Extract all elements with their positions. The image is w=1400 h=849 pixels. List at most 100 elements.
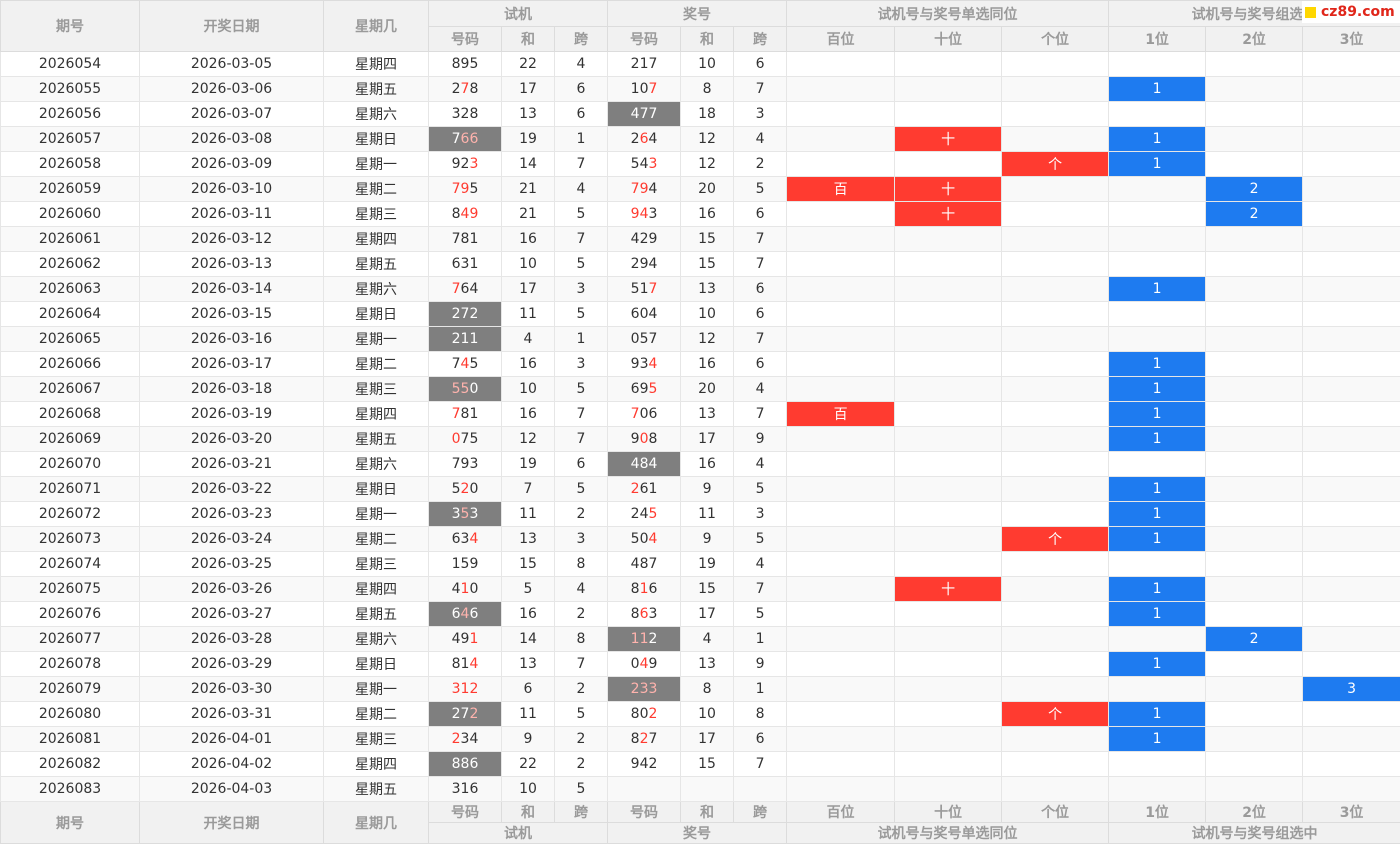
subheader-prize-code: 号码 [607,26,682,52]
trial-code-cell: 814 [428,651,502,677]
digit: 5 [648,506,658,522]
group-pos1-cell [1108,226,1207,252]
trial-span-cell: 8 [553,551,609,577]
digit: 9 [469,206,479,222]
single-hundreds-cell [786,626,896,652]
site-logo[interactable]: cz89.com [1302,1,1400,23]
table-row: 2026076 2026-03-27 星期五 646 16 2 863 17 5 1 [0,601,1400,627]
header-weekday[interactable]: 星期几 [323,0,429,52]
single-hundreds-cell [786,576,896,602]
trial-sum-cell: 16 [501,401,555,427]
trial-sum-cell: 13 [501,651,555,677]
trial-span-cell: 2 [553,601,609,627]
weekday-cell: 星期三 [323,201,429,227]
issue-cell: 2026080 [0,701,140,727]
weekday-cell: 星期日 [323,301,429,327]
date-cell: 2026-04-01 [139,726,324,752]
trial-sum-cell: 10 [501,376,555,402]
trial-sum-cell: 4 [501,326,555,352]
digit: 6 [648,406,658,422]
digit: 6 [648,581,658,597]
prize-sum-cell: 12 [680,151,735,177]
logo-text: cz89.com [1321,4,1395,20]
date-cell: 2026-03-31 [139,701,324,727]
group-pos2-cell [1205,326,1304,352]
digit: 8 [451,756,461,772]
digit: 7 [648,81,658,97]
issue-cell: 2026077 [0,626,140,652]
weekday-cell: 星期六 [323,626,429,652]
group-pos2-cell [1205,601,1304,627]
subheader-trial-span: 跨 [553,26,609,52]
single-hundreds-cell [786,526,896,552]
table-row: 2026063 2026-03-14 星期六 764 17 3 517 13 6 1 [0,276,1400,302]
prize-code-cell: 517 [607,276,682,302]
single-tens-cell [894,401,1003,427]
group-pos3-cell [1302,126,1400,152]
group-pos1-cell: 1 [1108,276,1207,302]
digit: 1 [451,556,461,572]
digit: 3 [451,681,461,697]
single-hundreds-cell [786,201,896,227]
single-tens-cell: 十 [894,201,1003,227]
digit: 4 [648,181,658,197]
weekday-cell: 星期三 [323,376,429,402]
digit: 7 [451,356,461,372]
digit: 4 [469,531,479,547]
single-tens-cell [894,701,1003,727]
single-ones-cell: 个 [1001,701,1110,727]
single-ones-cell [1001,776,1110,802]
footer-prize-sum: 和 [680,801,735,823]
digit: 5 [469,431,479,447]
date-cell: 2026-03-22 [139,476,324,502]
single-ones-cell [1001,451,1110,477]
header-issue[interactable]: 期号 [0,0,140,52]
single-tens-cell [894,601,1003,627]
single-hundreds-cell [786,501,896,527]
single-hundreds-cell [786,551,896,577]
date-cell: 2026-03-29 [139,651,324,677]
single-tens-cell [894,326,1003,352]
trial-sum-cell: 19 [501,451,555,477]
footer-weekday: 星期几 [323,801,429,844]
group-pos1-cell [1108,676,1207,702]
prize-span-cell: 3 [733,101,788,127]
prize-sum-cell: 17 [680,726,735,752]
header-date[interactable]: 开奖日期 [139,0,324,52]
digit: 2 [630,506,640,522]
group-pos1-cell: 1 [1108,126,1207,152]
weekday-cell: 星期四 [323,401,429,427]
group-pos3-cell [1302,176,1400,202]
table-row: 2026056 2026-03-07 星期六 328 13 6 477 18 3 [0,101,1400,127]
group-pos1-cell [1108,176,1207,202]
prize-sum-cell: 15 [680,576,735,602]
group-pos2-cell [1205,301,1304,327]
weekday-cell: 星期一 [323,676,429,702]
digit: 1 [648,481,658,497]
prize-span-cell: 7 [733,326,788,352]
footer-trial-sum: 和 [501,801,555,823]
prize-sum-cell: 17 [680,426,735,452]
digit: 1 [630,631,640,647]
subheader-ones: 个位 [1001,26,1110,52]
digit: 5 [630,156,640,172]
digit: 2 [469,681,479,697]
weekday-cell: 星期五 [323,426,429,452]
single-ones-cell [1001,351,1110,377]
trial-span-cell: 5 [553,251,609,277]
prize-code-cell: 942 [607,751,682,777]
digit: 7 [648,56,658,72]
single-hundreds-cell [786,476,896,502]
table-row: 2026065 2026-03-16 星期一 211 4 1 057 12 7 [0,326,1400,352]
digit: 7 [648,731,658,747]
trial-sum-cell: 21 [501,176,555,202]
prize-sum-cell: 8 [680,676,735,702]
group-pos1-cell: 1 [1108,501,1207,527]
group-pos2-cell [1205,501,1304,527]
digit: 7 [451,181,461,197]
group-pos1-cell [1108,751,1207,777]
subheader-pos3: 3位 [1302,26,1400,52]
prize-code-cell: 107 [607,76,682,102]
group-pos1-cell: 1 [1108,151,1207,177]
group-pos3-cell [1302,701,1400,727]
